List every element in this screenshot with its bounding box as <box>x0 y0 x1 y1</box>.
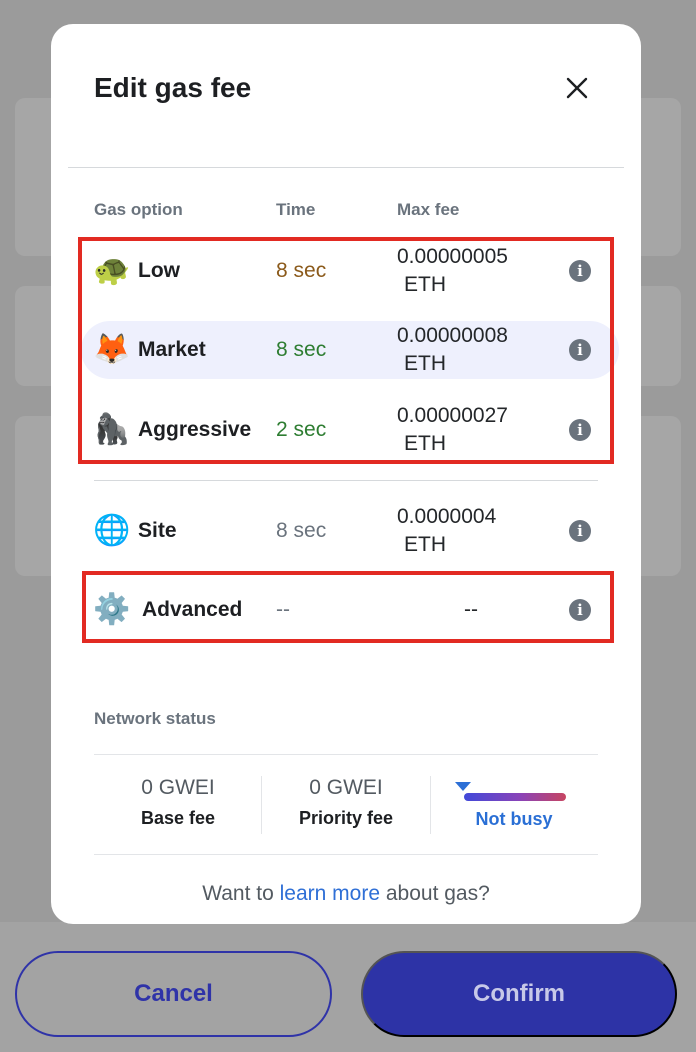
fox-icon: 🦊 <box>93 333 131 366</box>
network-status-label: Network status <box>94 709 216 728</box>
info-icon[interactable]: i <box>569 520 591 542</box>
info-icon[interactable]: i <box>569 339 591 361</box>
priority-fee-value: 0 GWEI <box>309 776 383 799</box>
option-name: Aggressive <box>138 418 252 441</box>
info-icon[interactable]: i <box>569 599 591 621</box>
confirm-button[interactable]: Confirm <box>361 951 677 1037</box>
option-name: Advanced <box>142 598 243 621</box>
option-time: 8 sec <box>276 519 327 542</box>
gorilla-icon: 🦍 <box>93 413 131 446</box>
gas-option-market[interactable]: 🦊 Market 8 sec 0.00000008 ETH i <box>81 321 619 379</box>
learn-more-link[interactable]: learn more <box>280 882 380 905</box>
option-max-fee: -- <box>464 598 478 621</box>
option-name: Low <box>138 259 180 282</box>
gas-option-low[interactable]: 🐢 Low 8 sec 0.00000005 ETH i <box>81 242 619 300</box>
base-fee-label: Base fee <box>140 808 216 828</box>
column-header-time: Time <box>276 200 316 219</box>
column-header-max-fee: Max fee <box>397 200 460 219</box>
option-max-fee: 0.00000027 ETH <box>397 404 508 455</box>
option-max-fee: 0.00000008 ETH <box>397 324 508 375</box>
option-time: 8 sec <box>276 338 327 361</box>
globe-icon: 🌐 <box>93 514 131 547</box>
info-icon[interactable]: i <box>569 419 591 441</box>
option-max-fee: 0.0000004 ETH <box>397 505 497 556</box>
gear-icon: ⚙️ <box>93 593 131 626</box>
learn-more-text: Want to learn more about gas? <box>202 882 490 905</box>
gas-option-site[interactable]: 🌐 Site 8 sec 0.0000004 ETH i <box>81 502 619 560</box>
option-name: Market <box>138 338 206 361</box>
header-divider <box>68 167 624 168</box>
base-fee-block: 0 GWEI Base fee <box>94 776 262 829</box>
column-header-gas-option: Gas option <box>94 200 183 219</box>
network-status-divider-top <box>94 754 598 755</box>
close-button[interactable] <box>559 70 595 106</box>
busy-indicator-marker-icon <box>455 782 471 791</box>
network-status-divider-bottom <box>94 854 598 855</box>
option-time: 2 sec <box>276 418 327 441</box>
cancel-button[interactable]: Cancel <box>15 951 332 1037</box>
option-time: 8 sec <box>276 259 327 282</box>
option-max-fee: 0.00000005 ETH <box>397 245 508 296</box>
turtle-icon: 🐢 <box>93 254 131 287</box>
option-name: Site <box>138 519 177 542</box>
busy-gradient-bar <box>464 793 566 801</box>
modal-title: Edit gas fee <box>94 72 252 103</box>
network-busy-status: Not busy <box>475 809 553 829</box>
options-divider <box>94 480 598 481</box>
edit-gas-fee-modal: Edit gas fee Gas option Time Max fee 🐢 L… <box>51 24 641 924</box>
close-icon <box>566 77 588 99</box>
priority-fee-label: Priority fee <box>298 808 394 828</box>
option-time: -- <box>276 598 290 621</box>
gas-option-aggressive[interactable]: 🦍 Aggressive 2 sec 0.00000027 ETH i <box>81 401 619 459</box>
base-fee-value: 0 GWEI <box>141 776 215 799</box>
priority-fee-block: 0 GWEI Priority fee <box>262 776 430 829</box>
gas-option-advanced[interactable]: ⚙️ Advanced -- -- i <box>81 581 619 639</box>
info-icon[interactable]: i <box>569 260 591 282</box>
